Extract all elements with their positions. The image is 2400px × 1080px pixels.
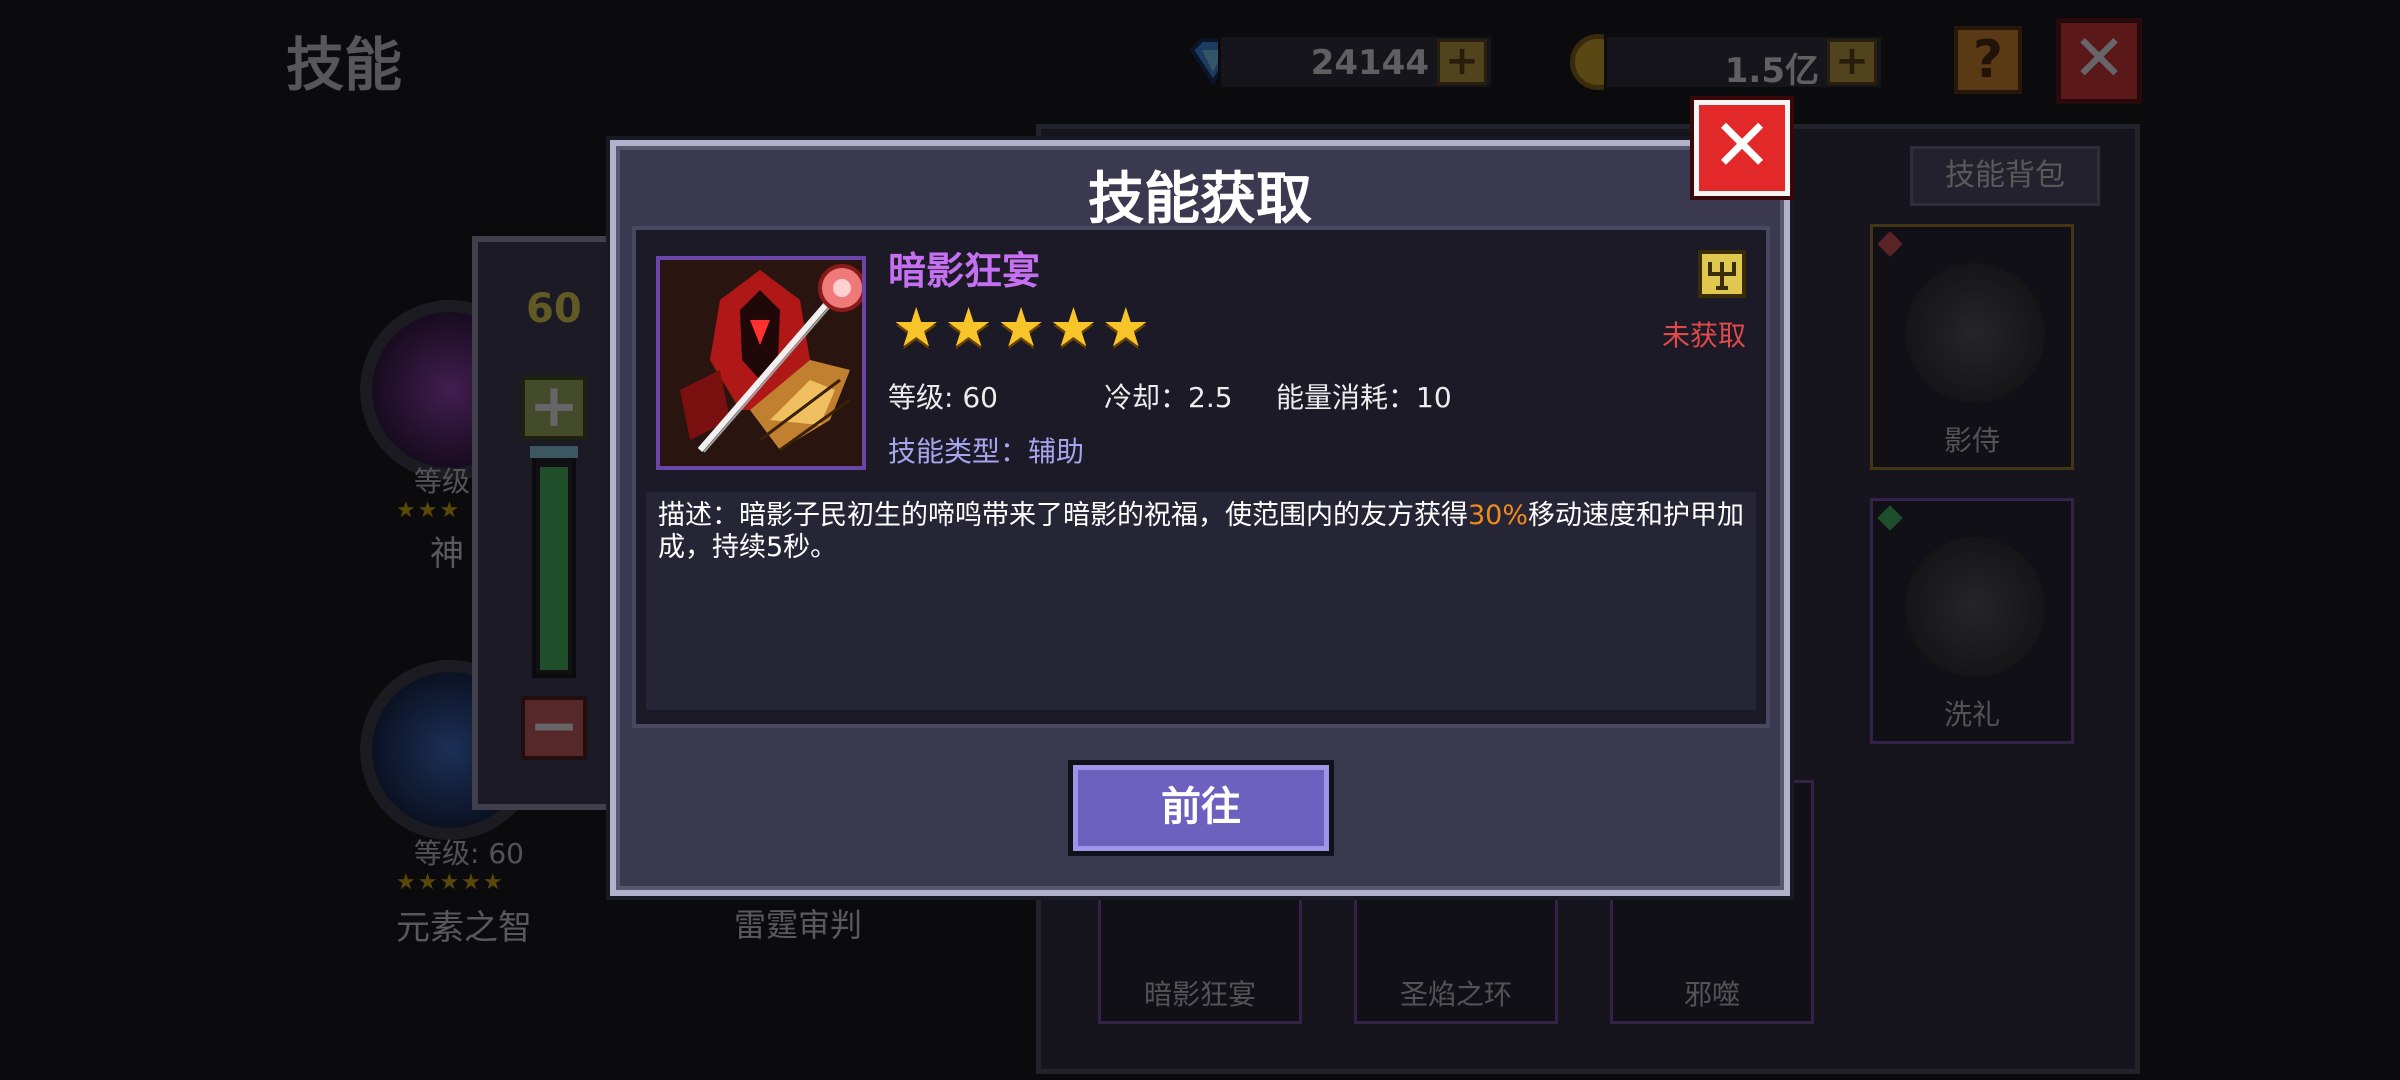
equipped-skill-1-level: 等级 [414,465,471,498]
equipped-skill-1-stars: ★★★ [396,498,462,523]
acquire-status: 未获取 [1662,319,1747,352]
skill-card-name: 暗影狂宴 [1143,978,1256,1011]
skill-card-baptism[interactable]: 洗礼 [1870,498,2074,744]
skill-card-name: 影侍 [1943,424,2000,457]
shadow-feast-skill-icon [660,260,862,466]
skill-description: 描述：暗影子民初生的啼鸣带来了暗影的祝福，使范围内的友方获得30%移动速度和护甲… [658,500,1744,564]
level-plus-button[interactable]: + [521,376,587,440]
green-gem-icon [1877,505,1903,531]
equipped-skill-2-name: 元素之智 [396,908,532,948]
trident-badge-icon [1698,250,1746,298]
skill-icon [656,256,866,470]
description-text: 描述：暗影子民初生的啼鸣带来了暗影的祝福，使范围内的友方获得 [658,500,1468,531]
skill-card-name: 邪噬 [1683,978,1740,1011]
skill-energy-cost: 能量消耗：10 [1276,381,1452,414]
level-minus-button[interactable]: − [521,696,587,760]
page-title: 技能 [286,31,403,99]
gold-value: 1.5亿 [1724,51,1819,91]
description-box: 描述：暗影子民初生的啼鸣带来了暗影的祝福，使范围内的友方获得30%移动速度和护甲… [646,492,1756,710]
skill-card-name: 洗礼 [1943,698,2000,731]
level-value: 60 [526,286,582,332]
equipped-skill-1-name: 神 [430,534,464,574]
gold-counter: 1.5亿 + [1604,34,1884,91]
equipped-skill-2-level: 等级: 60 [414,837,524,870]
description-highlight: 30% [1468,500,1529,531]
trident-icon [1708,262,1736,290]
close-screen-button[interactable]: ✕ [2056,18,2142,104]
skill-art [1905,263,2045,403]
skill-level: 等级: 60 [888,381,998,414]
dialog-title: 技能获取 [1088,167,1312,232]
add-gold-button[interactable]: + [1827,39,1877,85]
skill-type: 技能类型：辅助 [888,435,1085,468]
skill-name: 暗影狂宴 [888,249,1041,293]
level-slider-fill [540,467,568,670]
skill-bag-button[interactable]: 技能背包 [1910,146,2100,206]
skill-art [1905,537,2045,677]
skill-card-shadow-guard[interactable]: 影侍 [1870,224,2074,470]
close-dialog-button[interactable]: ✕ [1690,96,1794,200]
gem-value: 24144 [1310,43,1429,83]
help-button[interactable]: ? [1954,26,2022,94]
skill-star-rating: ★★★★★ [892,296,1155,359]
skill-card-name: 圣焰之环 [1399,978,1512,1011]
level-slider-handle[interactable] [530,446,578,458]
red-gem-icon [1877,231,1903,257]
go-button[interactable]: 前往 [1068,760,1334,856]
equipped-skill-3-name: 雷霆审判 [734,906,863,944]
gem-counter: 24144 + [1218,34,1494,90]
level-slider-track[interactable] [532,448,576,678]
skill-cooldown: 冷却：2.5 [1104,381,1233,414]
equipped-skill-2-stars: ★★★★★ [396,870,505,895]
add-gems-button[interactable]: + [1437,39,1487,85]
